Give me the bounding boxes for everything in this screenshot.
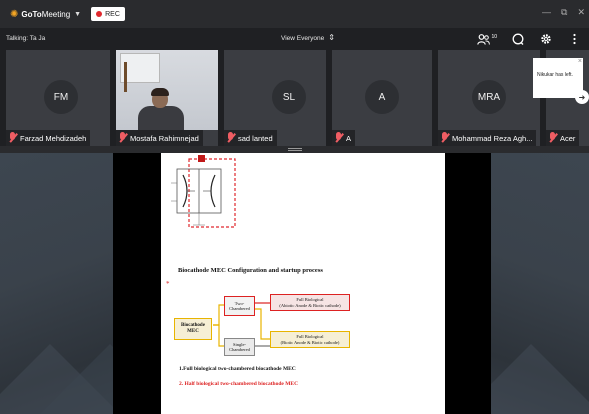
participant-namebar: Farzad Mehdizadeh <box>6 130 91 146</box>
title-bar: ✺ GoTo Meeting ▼ REC — ⧉ ✕ <box>0 0 589 28</box>
participant-namebar: Mohammad Reza Agh... <box>438 130 537 146</box>
full-biological-node-top: Full Biological (Abiotic Anode & Biotic … <box>270 294 350 311</box>
close-icon[interactable]: × <box>578 58 582 65</box>
restore-button[interactable]: ⧉ <box>561 7 567 18</box>
participant-namebar: Mostafa Rahimnejad <box>116 130 203 146</box>
participant-tile[interactable]: MRA Mohammad Reza Agh... <box>438 50 540 146</box>
background-right <box>461 153 589 414</box>
presentation-slide: Biocathode MEC Configuration and startup… <box>161 153 445 414</box>
participant-name: Farzad Mehdizadeh <box>20 133 87 143</box>
participant-initials: FM <box>44 80 78 114</box>
participant-initials: A <box>365 80 399 114</box>
gotomeeting-menu[interactable]: ✺ GoTo Meeting ▼ <box>10 9 81 20</box>
slide-list-item-2: 2. Half biological two-chambered biocath… <box>179 381 299 387</box>
participant-tile[interactable]: FM Farzad Mehdizadeh <box>6 50 110 146</box>
participant-namebar: sad lanted <box>224 130 277 146</box>
gotomeeting-logo-icon: ✺ <box>10 8 19 20</box>
brand-meeting: Meeting <box>41 9 71 19</box>
participant-tile-video[interactable]: Mostafa Rahimnejad <box>116 50 218 146</box>
biocathode-mec-node: Biocathode MEC <box>174 318 212 340</box>
background-left <box>0 153 180 414</box>
full-bio-top-subtitle: (Abiotic Anode & Biotic cathode) <box>279 302 341 308</box>
close-button[interactable]: ✕ <box>577 7 585 18</box>
participant-namebar: Acer <box>546 130 580 146</box>
talking-indicator: Talking: Ta Ja <box>6 35 46 42</box>
view-label: View Everyone <box>281 34 325 42</box>
chat-icon <box>512 33 524 45</box>
window-controls: — ⧉ ✕ <box>542 7 585 18</box>
configuration-diagram-lines <box>213 302 270 347</box>
mic-muted-icon <box>440 132 450 144</box>
participant-name: A <box>346 133 352 143</box>
minimize-button[interactable]: — <box>542 7 551 18</box>
participant-initials: MRA <box>472 80 506 114</box>
strip-resize-handle[interactable] <box>0 146 589 153</box>
participant-tile[interactable]: A A <box>332 50 432 146</box>
mic-muted-icon <box>334 132 344 144</box>
participant-initials: SL <box>272 80 306 114</box>
more-options-button[interactable] <box>567 32 581 46</box>
rec-badge[interactable]: REC <box>91 7 125 21</box>
mic-muted-icon <box>226 132 236 144</box>
single-chambered-node: Single-Chambered <box>224 338 255 356</box>
participant-video-feed <box>116 50 218 134</box>
video-person-hair <box>151 88 169 96</box>
gear-icon <box>541 34 551 44</box>
settings-button[interactable] <box>539 32 553 46</box>
rec-label: REC <box>105 10 120 18</box>
participant-name: Mostafa Rahimnejad <box>130 133 199 143</box>
screen-share-area: Biocathode MEC Configuration and startup… <box>0 153 589 414</box>
more-vertical-icon <box>572 33 576 45</box>
participant-tile[interactable]: SL sad lanted <box>224 50 326 146</box>
view-everyone-dropdown[interactable]: View Everyone ⇕ <box>281 34 335 42</box>
participant-name: sad lanted <box>238 133 273 143</box>
record-dot-icon <box>96 11 103 17</box>
participant-name: Acer <box>560 133 576 143</box>
toolbar-icons: 10 <box>477 32 581 46</box>
participant-name: Mohammad Reza Agh... <box>452 133 533 143</box>
notification-text: Nikukar has left. <box>537 72 573 78</box>
grip-icon <box>288 148 302 151</box>
updown-arrow-icon: ⇕ <box>328 33 335 42</box>
brand-goto: GoTo <box>21 9 42 19</box>
arrow-right-icon: ➜ <box>578 92 586 102</box>
slide-list-item-1: 1.Full biological two-chambered biocatho… <box>179 366 296 372</box>
video-background-lamp <box>124 62 127 92</box>
next-participants-button[interactable]: ➜ <box>575 90 589 104</box>
two-chambered-node: Two-Chambered <box>224 296 255 316</box>
people-icon <box>477 33 491 45</box>
full-biological-node-bottom: Full Biological (Biotic Anode & Biotic c… <box>270 331 350 348</box>
letterbox-right <box>445 153 491 414</box>
chat-button[interactable] <box>511 32 525 46</box>
full-bio-bottom-subtitle: (Biotic Anode & Biotic cathode) <box>280 339 340 345</box>
chevron-down-icon: ▼ <box>74 10 82 18</box>
letterbox-left <box>113 153 161 414</box>
attendees-button[interactable]: 10 <box>477 34 497 45</box>
meeting-toolbar: Talking: Ta Ja View Everyone ⇕ 10 <box>0 28 589 50</box>
mic-muted-icon <box>548 132 558 144</box>
participant-namebar: A <box>332 130 356 146</box>
participant-strip: FM Farzad Mehdizadeh Mostafa Rahimnejad … <box>0 50 589 146</box>
mic-muted-icon <box>8 132 18 144</box>
attendee-count: 10 <box>491 33 497 40</box>
mic-muted-icon <box>118 132 128 144</box>
